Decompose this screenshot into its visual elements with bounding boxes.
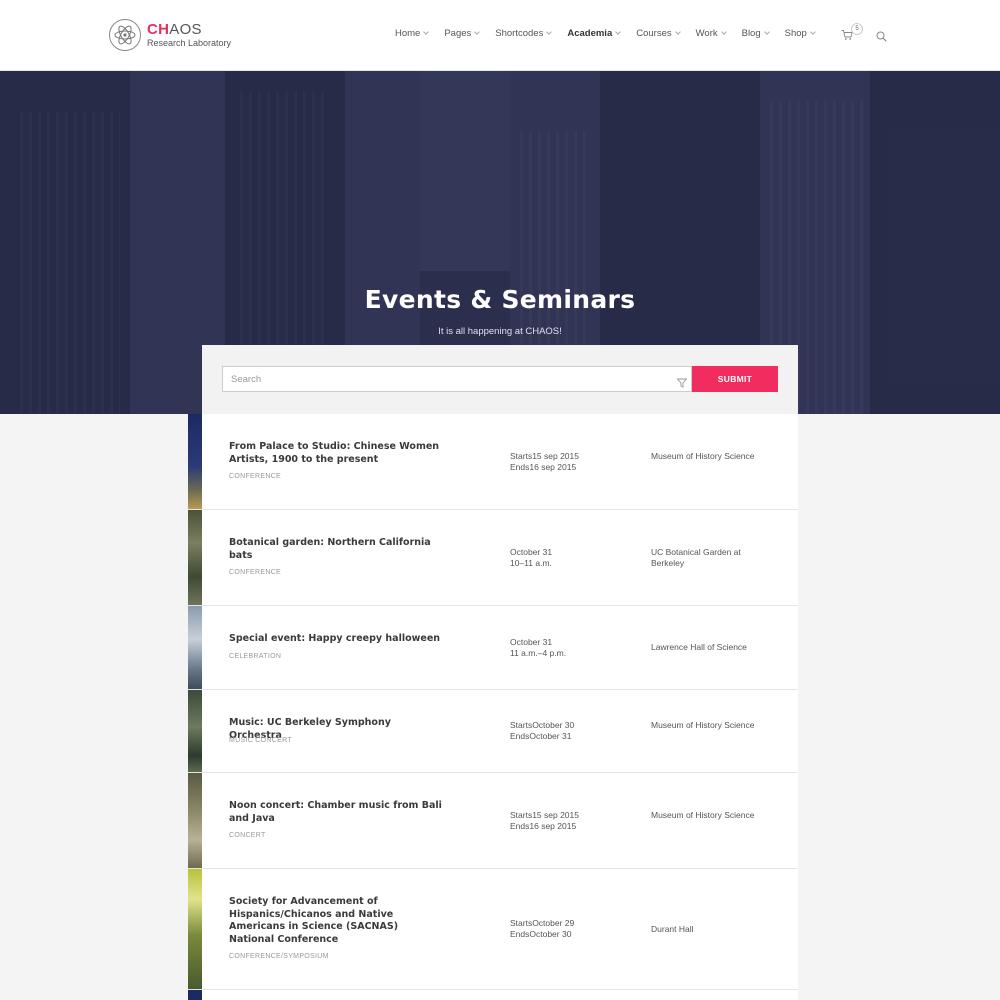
- event-dates: Starts15 sep 2015 Ends16 sep 2015: [510, 451, 579, 472]
- event-date-line: October 31: [510, 637, 553, 647]
- event-date-line: Ends16 sep 2015: [510, 820, 577, 831]
- event-title[interactable]: Botanical garden: Northern California ba…: [229, 537, 444, 562]
- event-row[interactable]: Noon concert: Chamber music from Bali an…: [188, 773, 798, 869]
- atom-icon: [109, 19, 141, 51]
- event-category: CONCERT: [229, 832, 266, 839]
- nav-item-shortcodes[interactable]: Shortcodes: [495, 28, 553, 39]
- logo-name-accent: CH: [147, 21, 170, 38]
- event-location: Museum of History Science: [651, 720, 755, 730]
- nav-item-label: Work: [695, 28, 718, 39]
- event-thumbnail: [188, 869, 202, 989]
- search-field: [222, 366, 692, 392]
- event-category: CONFERENCE/SYMPOSIUM: [229, 953, 329, 960]
- chevron-down-icon: [546, 29, 553, 35]
- event-title[interactable]: Special event: Happy creepy halloween: [229, 633, 444, 646]
- event-date-line: October 31: [510, 547, 553, 557]
- cart-button[interactable]: 5: [841, 23, 863, 46]
- event-list: From Palace to Studio: Chinese Women Art…: [188, 414, 798, 1000]
- nav-item-label: Home: [395, 28, 421, 39]
- nav-item-label: Shortcodes: [495, 28, 544, 39]
- event-title[interactable]: Society for Advancement of Hispanics/Chi…: [229, 896, 444, 946]
- site-logo[interactable]: CHAOS Research Laboratory: [109, 19, 231, 51]
- event-category: CELEBRATION: [229, 653, 282, 660]
- chevron-down-icon: [674, 29, 681, 35]
- submit-button[interactable]: SUBMIT: [692, 366, 778, 392]
- nav-item-courses[interactable]: Courses: [636, 28, 681, 39]
- event-row[interactable]: Society for Advancement of Hispanics/Chi…: [188, 869, 798, 990]
- event-thumbnail: [188, 414, 202, 509]
- event-date-line: Ends16 sep 2015: [510, 461, 577, 472]
- nav-item-blog[interactable]: Blog: [741, 28, 770, 39]
- event-row[interactable]: Music: UC Berkeley Symphony Orchestra MU…: [188, 690, 798, 773]
- nav-item-work[interactable]: Work: [695, 28, 727, 39]
- nav-item-shop[interactable]: Shop: [784, 28, 816, 39]
- logo-name-rest: AOS: [169, 21, 202, 38]
- event-category: CONFERENCE: [229, 473, 282, 480]
- event-location: Lawrence Hall of Science: [651, 642, 747, 652]
- event-date-line: Starts15 sep 2015: [510, 451, 579, 461]
- event-location: Museum of History Science: [651, 810, 755, 820]
- event-dates: October 31 11 a.m.–4 p.m.: [510, 637, 566, 658]
- logo-name: CHAOS: [147, 22, 231, 37]
- chevron-down-icon: [615, 29, 622, 35]
- chevron-down-icon: [720, 29, 727, 35]
- event-dates: StartsOctober 30 EndsOctober 31: [510, 720, 574, 741]
- chevron-down-icon: [809, 29, 816, 35]
- nav-item-home[interactable]: Home: [395, 28, 430, 39]
- event-row[interactable]: From Palace to Studio: Chinese Women Art…: [188, 414, 798, 510]
- nav-item-label: Blog: [741, 28, 761, 39]
- event-location: UC Botanical Garden at Berkeley: [651, 547, 741, 568]
- event-search-panel: SUBMIT: [202, 345, 798, 414]
- event-date-line: EndsOctober 31: [510, 730, 572, 741]
- search-input[interactable]: [223, 367, 663, 391]
- page-subtitle: It is all happening at CHAOS!: [438, 326, 562, 337]
- event-category: MUSIC CONCERT: [229, 737, 292, 744]
- chevron-down-icon: [763, 29, 770, 35]
- event-thumbnail: [188, 606, 202, 689]
- event-dates: Starts15 sep 2015 Ends16 sep 2015: [510, 810, 579, 831]
- event-date-line: Starts15 sep 2015: [510, 810, 579, 820]
- event-thumbnail: [188, 990, 202, 1000]
- event-dates: October 31 10–11 a.m.: [510, 547, 552, 568]
- event-date-line: 10–11 a.m.: [510, 557, 552, 568]
- nav-item-label: Pages: [444, 28, 472, 39]
- event-dates: StartsOctober 29 EndsOctober 30: [510, 918, 574, 939]
- event-date-line: StartsOctober 29: [510, 918, 575, 928]
- logo-subtitle: Research Laboratory: [147, 38, 232, 48]
- event-title[interactable]: Noon concert: Chamber music from Bali an…: [229, 800, 444, 825]
- nav-item-label: Shop: [784, 28, 807, 39]
- chevron-down-icon: [423, 29, 430, 35]
- filter-icon[interactable]: [676, 375, 688, 393]
- search-icon[interactable]: [876, 29, 887, 47]
- nav-item-academia[interactable]: Academia: [567, 28, 622, 39]
- event-row[interactable]: Special event: Happy creepy halloween CE…: [188, 606, 798, 690]
- nav-item-label: Academia: [567, 28, 613, 39]
- chevron-down-icon: [474, 29, 481, 35]
- event-row[interactable]: Botanical garden: Northern California ba…: [188, 510, 798, 606]
- main-nav: Home Pages Shortcodes Academia Courses W…: [395, 28, 831, 39]
- event-row[interactable]: [188, 990, 798, 1000]
- event-thumbnail: [188, 773, 202, 868]
- event-location: Museum of History Science: [651, 451, 755, 461]
- event-location: Durant Hall: [651, 924, 694, 934]
- event-category: CONFERENCE: [229, 569, 282, 576]
- event-thumbnail: [188, 690, 202, 772]
- nav-item-label: Courses: [636, 28, 672, 39]
- event-date-line: 11 a.m.–4 p.m.: [510, 647, 567, 658]
- event-title[interactable]: From Palace to Studio: Chinese Women Art…: [229, 441, 444, 466]
- event-date-line: StartsOctober 30: [510, 720, 575, 730]
- site-header: CHAOS Research Laboratory Home Pages Sho…: [0, 0, 1000, 71]
- nav-item-pages[interactable]: Pages: [444, 28, 481, 39]
- cart-count-badge: 5: [851, 23, 863, 35]
- page-title: Events & Seminars: [364, 285, 636, 314]
- event-thumbnail: [188, 510, 202, 605]
- event-date-line: EndsOctober 30: [510, 928, 572, 939]
